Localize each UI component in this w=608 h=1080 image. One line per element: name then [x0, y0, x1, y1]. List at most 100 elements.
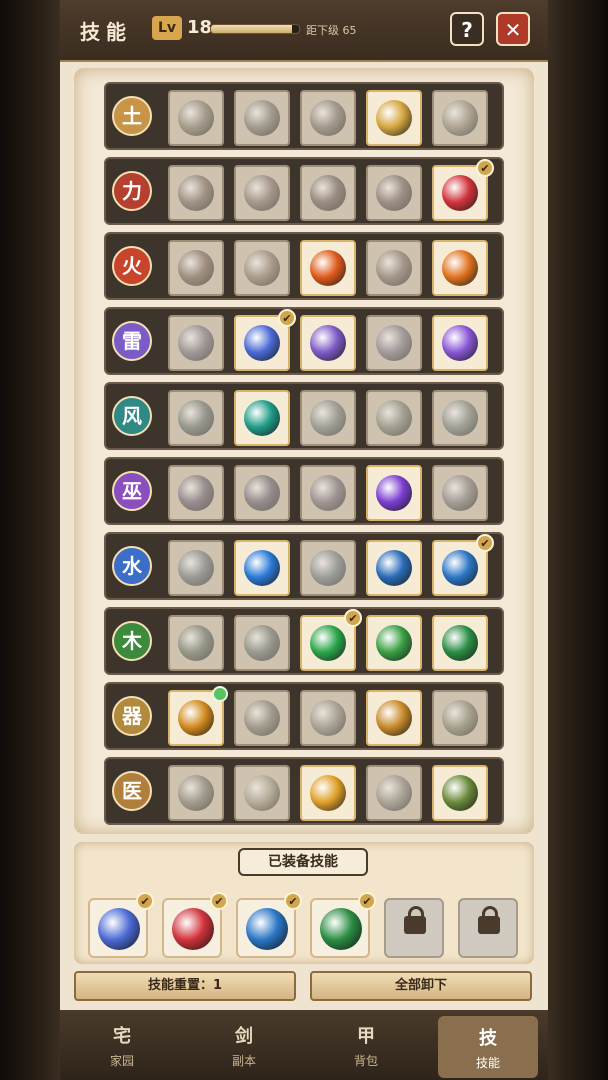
skill-icon	[442, 100, 478, 136]
header-bar: 技能 Lv 18 距下级 65 ? ✕	[60, 0, 548, 62]
close-button[interactable]: ✕	[496, 12, 530, 46]
skill-slot[interactable]	[432, 615, 488, 671]
skill-slot[interactable]	[234, 240, 290, 296]
skill-slot[interactable]	[300, 390, 356, 446]
xp-bar	[210, 24, 300, 34]
skill-icon	[442, 325, 478, 361]
skill-slot[interactable]	[168, 390, 224, 446]
skill-slot[interactable]: ✔	[234, 309, 296, 371]
skill-slot[interactable]	[366, 540, 422, 596]
skill-slot[interactable]	[300, 165, 356, 221]
nav-label: 背包	[353, 1054, 378, 1068]
new-dot-icon	[212, 686, 228, 702]
skill-slot[interactable]: ✔	[432, 534, 494, 596]
skill-icon	[376, 625, 412, 661]
skill-slot[interactable]	[432, 90, 488, 146]
skill-slot[interactable]: ✔	[300, 609, 362, 671]
skill-slot[interactable]	[300, 240, 356, 296]
reset-skills-button[interactable]: 技能重置：1	[74, 971, 296, 1001]
locked-slot[interactable]	[458, 898, 518, 958]
locked-slot[interactable]	[384, 898, 444, 958]
skill-slot[interactable]: ✔	[432, 159, 494, 221]
skill-slot[interactable]	[432, 465, 488, 521]
skill-slot[interactable]	[234, 690, 290, 746]
skill-icon	[442, 550, 478, 586]
skill-slot[interactable]	[168, 765, 224, 821]
skill-slot[interactable]	[168, 615, 224, 671]
element-badge: 巫	[112, 471, 152, 511]
level-badge: Lv	[152, 16, 182, 40]
skill-row: 力 ✔	[104, 157, 504, 225]
skill-slot[interactable]	[366, 90, 422, 146]
skill-slot[interactable]	[168, 315, 224, 371]
skill-slot[interactable]	[234, 165, 290, 221]
skill-slot[interactable]	[234, 90, 290, 146]
skill-slot[interactable]	[366, 765, 422, 821]
equipped-slot[interactable]: ✔	[88, 892, 154, 958]
skill-slot[interactable]	[168, 540, 224, 596]
skill-slot[interactable]	[234, 540, 290, 596]
skill-slot[interactable]	[366, 615, 422, 671]
help-button[interactable]: ?	[450, 12, 484, 46]
nav-icon: 技	[479, 1028, 497, 1049]
skill-icon	[178, 625, 214, 661]
skill-slot[interactable]	[234, 390, 290, 446]
skill-row: 风	[104, 382, 504, 450]
skill-slot[interactable]	[168, 90, 224, 146]
skill-slot[interactable]	[432, 390, 488, 446]
skill-slot[interactable]	[300, 465, 356, 521]
skill-slot[interactable]	[366, 465, 422, 521]
nav-item[interactable]: 宅家园	[72, 1010, 172, 1080]
equipped-slot[interactable]: ✔	[162, 892, 228, 958]
skill-icon	[310, 700, 346, 736]
skill-icon	[376, 175, 412, 211]
skill-icon	[442, 700, 478, 736]
skill-row: 巫	[104, 457, 504, 525]
skill-slot[interactable]	[168, 686, 228, 746]
nav-item[interactable]: 剑副本	[194, 1010, 294, 1080]
skill-icon	[310, 400, 346, 436]
skill-slot[interactable]	[300, 765, 356, 821]
nav-item[interactable]: 技技能	[438, 1016, 538, 1078]
skill-slot[interactable]	[432, 240, 488, 296]
skill-row: 水 ✔	[104, 532, 504, 600]
element-badge: 风	[112, 396, 152, 436]
element-badge: 水	[112, 546, 152, 586]
skill-icon	[310, 475, 346, 511]
skill-slot[interactable]	[300, 315, 356, 371]
skill-slot[interactable]	[366, 690, 422, 746]
skill-slot[interactable]	[366, 315, 422, 371]
skill-icon	[376, 550, 412, 586]
skill-icon	[178, 550, 214, 586]
skill-slot[interactable]	[300, 90, 356, 146]
skill-icon	[244, 550, 280, 586]
skill-slot[interactable]	[366, 165, 422, 221]
skill-icon	[376, 475, 412, 511]
next-level-text: 距下级 65	[306, 24, 357, 37]
element-badge: 土	[112, 96, 152, 136]
skill-icon	[98, 908, 140, 950]
equipped-slot[interactable]: ✔	[310, 892, 376, 958]
equipped-slot[interactable]: ✔	[236, 892, 302, 958]
skill-icon	[244, 700, 280, 736]
skill-icon	[376, 400, 412, 436]
skill-row: 土	[104, 82, 504, 150]
nav-item[interactable]: 甲背包	[316, 1010, 416, 1080]
skill-slot[interactable]	[234, 765, 290, 821]
skill-slot[interactable]	[300, 690, 356, 746]
skill-slot[interactable]	[366, 390, 422, 446]
skill-slot[interactable]	[300, 540, 356, 596]
skill-slot[interactable]	[168, 465, 224, 521]
skill-slot[interactable]	[234, 615, 290, 671]
skill-slot[interactable]	[432, 765, 488, 821]
skill-slot[interactable]	[168, 240, 224, 296]
skill-slot[interactable]	[168, 165, 224, 221]
skill-icon	[376, 100, 412, 136]
skill-slot[interactable]	[432, 315, 488, 371]
skill-icon	[178, 775, 214, 811]
skill-slot[interactable]	[432, 690, 488, 746]
unequip-all-button[interactable]: 全部卸下	[310, 971, 532, 1001]
skill-row: 器	[104, 682, 504, 750]
skill-slot[interactable]	[366, 240, 422, 296]
skill-slot[interactable]	[234, 465, 290, 521]
